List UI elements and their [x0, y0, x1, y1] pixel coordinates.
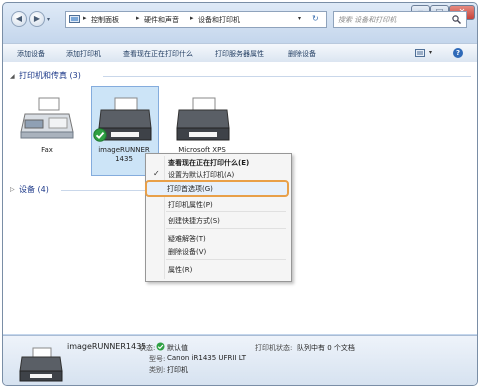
add-printer-button[interactable]: 添加打印机 [66, 49, 101, 59]
category-label: 类别: [149, 366, 166, 374]
menu-item-troubleshoot[interactable]: 疑难解答(T) [168, 234, 206, 244]
address-dropdown-icon[interactable]: ▾ [298, 15, 301, 22]
group-devices-title[interactable]: 设备 (4) [19, 184, 49, 195]
printer-icon [176, 97, 230, 141]
print-server-properties-button[interactable]: 打印服务器属性 [215, 49, 264, 59]
breadcrumb-separator-icon: ▸ [190, 14, 194, 22]
recent-pages-icon[interactable]: ▾ [47, 16, 50, 23]
model-label: 型号: [149, 355, 166, 363]
refresh-icon[interactable]: ↻ [312, 14, 319, 23]
back-arrow-icon: ◀ [15, 14, 23, 23]
address-bar[interactable]: ▸ 控制面板 ▸ 硬件和声音 ▸ 设备和打印机 ▾ ↻ [65, 11, 327, 28]
details-pane: imageRUNNER1435 状态: 默认值 打印机状态: 队列中有 0 个文… [3, 335, 477, 385]
printer-microsoft-xps[interactable]: Microsoft XPS [169, 96, 235, 158]
search-input[interactable]: 搜索 设备和打印机 [338, 15, 396, 25]
status-value: 默认值 [167, 344, 188, 352]
expand-arrow-icon[interactable]: ◢ [10, 73, 15, 80]
add-device-button[interactable]: 添加设备 [17, 49, 45, 59]
back-button[interactable]: ◀ [11, 11, 27, 27]
default-check-icon [156, 342, 165, 351]
control-panel-icon [69, 15, 80, 23]
breadcrumb-separator-icon: ▸ [136, 14, 140, 22]
see-whats-printing-button[interactable]: 查看现在正在打印什么 [123, 49, 193, 59]
context-menu: 查看现在正在打印什么(E) ✓ 设置为默认打印机(A) 打印机属性(P) 创建快… [145, 153, 292, 282]
status-label: 状态: [139, 344, 156, 352]
view-options-icon[interactable] [415, 49, 425, 57]
breadcrumb-separator-icon: ▸ [83, 14, 87, 22]
category-value: 打印机 [167, 366, 188, 374]
menu-item-create-shortcut[interactable]: 创建快捷方式(S) [168, 216, 220, 226]
search-box[interactable]: 搜索 设备和打印机 [333, 11, 467, 28]
printer-status-label: 打印机状态: [255, 344, 293, 352]
breadcrumb-devices-printers[interactable]: 设备和打印机 [198, 15, 240, 25]
fax-icon [20, 97, 74, 139]
menu-item-label: 打印首选项(G) [167, 185, 213, 193]
printer-fax[interactable]: Fax [17, 96, 77, 158]
help-icon[interactable]: ? [453, 48, 463, 58]
breadcrumb-control-panel[interactable]: 控制面板 [91, 15, 119, 25]
command-bar: 添加设备 添加打印机 查看现在正在打印什么 打印服务器属性 删除设备 ▾ ? [3, 43, 477, 63]
printer-label-line1: imageRUNNER [98, 146, 150, 154]
menu-separator [166, 211, 286, 212]
remove-device-button[interactable]: 删除设备 [288, 49, 316, 59]
printer-label-line2: 1435 [115, 155, 133, 163]
default-printer-check-icon [93, 128, 107, 142]
menu-item-printer-properties[interactable]: 打印机属性(P) [168, 200, 213, 210]
group-printers-title[interactable]: 打印机和传真 (3) [19, 70, 81, 81]
menu-separator [166, 259, 286, 260]
menu-item-printing-preferences[interactable]: 打印首选项(G) [145, 180, 289, 197]
menu-item-see-whats-printing[interactable]: 查看现在正在打印什么(E) [168, 158, 249, 168]
checkmark-icon: ✓ [153, 169, 160, 178]
printer-status-value: 队列中有 0 个文档 [297, 344, 355, 352]
printer-label: Fax [41, 146, 53, 154]
menu-item-remove-device[interactable]: 删除设备(V) [168, 247, 206, 257]
model-value: Canon iR1435 UFRII LT [167, 354, 246, 362]
menu-item-set-default[interactable]: 设置为默认打印机(A) [168, 170, 234, 180]
group-divider [103, 76, 471, 77]
forward-button[interactable]: ▶ [29, 11, 45, 27]
view-dropdown-icon[interactable]: ▾ [429, 49, 432, 56]
menu-item-properties[interactable]: 属性(R) [168, 265, 192, 275]
group-divider [61, 190, 147, 191]
search-icon[interactable] [452, 15, 461, 24]
device-name: imageRUNNER1435 [67, 342, 147, 351]
menu-gutter [164, 156, 165, 279]
printer-icon [19, 347, 63, 382]
forward-arrow-icon: ▶ [33, 14, 41, 23]
breadcrumb-hardware-sound[interactable]: 硬件和声音 [144, 15, 179, 25]
collapse-arrow-icon[interactable]: ▷ [10, 186, 15, 193]
menu-separator [166, 228, 286, 229]
